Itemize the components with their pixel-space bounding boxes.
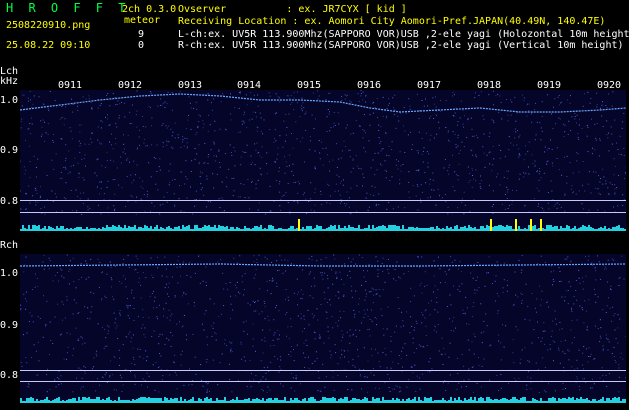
lch-ytick-3: 0.8 <box>0 196 19 207</box>
lch-unit-label: kHz <box>0 76 19 87</box>
meteor-spike <box>540 219 542 231</box>
location-info: Receiving Location : ex. Aomori City Aom… <box>178 16 606 27</box>
rch-label: Rch <box>0 240 19 251</box>
rch-ytick-1: 1.0 <box>0 268 19 279</box>
rch-meteor-count: 0 <box>138 40 145 51</box>
datetime-label: 25.08.22 09:10 <box>6 40 91 51</box>
rch-ytick-3: 0.8 <box>0 370 19 381</box>
lch-ytick-1: 1.0 <box>0 95 19 106</box>
app-logo: H R O F F T <box>6 1 130 15</box>
lch-spectrogram-canvas <box>20 90 626 231</box>
lch-spectrogram <box>20 90 626 231</box>
meteor-label: meteor <box>124 15 161 26</box>
meteor-spike <box>530 219 532 231</box>
lch-gridline-lower <box>20 212 626 213</box>
mode-label: 2ch 0.3.0 <box>122 4 177 15</box>
rch-info: R-ch:ex. UV5R 113.900Mhz(SAPPORO VOR)USB… <box>178 40 624 51</box>
carrier-trace <box>20 263 626 267</box>
lch-meteor-count: 9 <box>138 29 145 40</box>
rch-gridline-upper <box>20 370 626 371</box>
meteor-spike <box>515 219 517 231</box>
rch-ytick-2: 0.9 <box>0 320 19 331</box>
filename-label: 2508220910.png <box>6 20 91 31</box>
meteor-spike <box>298 219 300 231</box>
meteor-spike <box>490 219 492 231</box>
observer-info: Ovserver : ex. JR7CYX [ kid ] <box>178 4 407 15</box>
lch-gridline-upper <box>20 200 626 201</box>
rch-gridline-lower <box>20 381 626 382</box>
lch-ytick-2: 0.9 <box>0 145 19 156</box>
lch-info: L-ch:ex. UV5R 113.900Mhz(SAPPORO VOR)USB… <box>178 29 629 40</box>
